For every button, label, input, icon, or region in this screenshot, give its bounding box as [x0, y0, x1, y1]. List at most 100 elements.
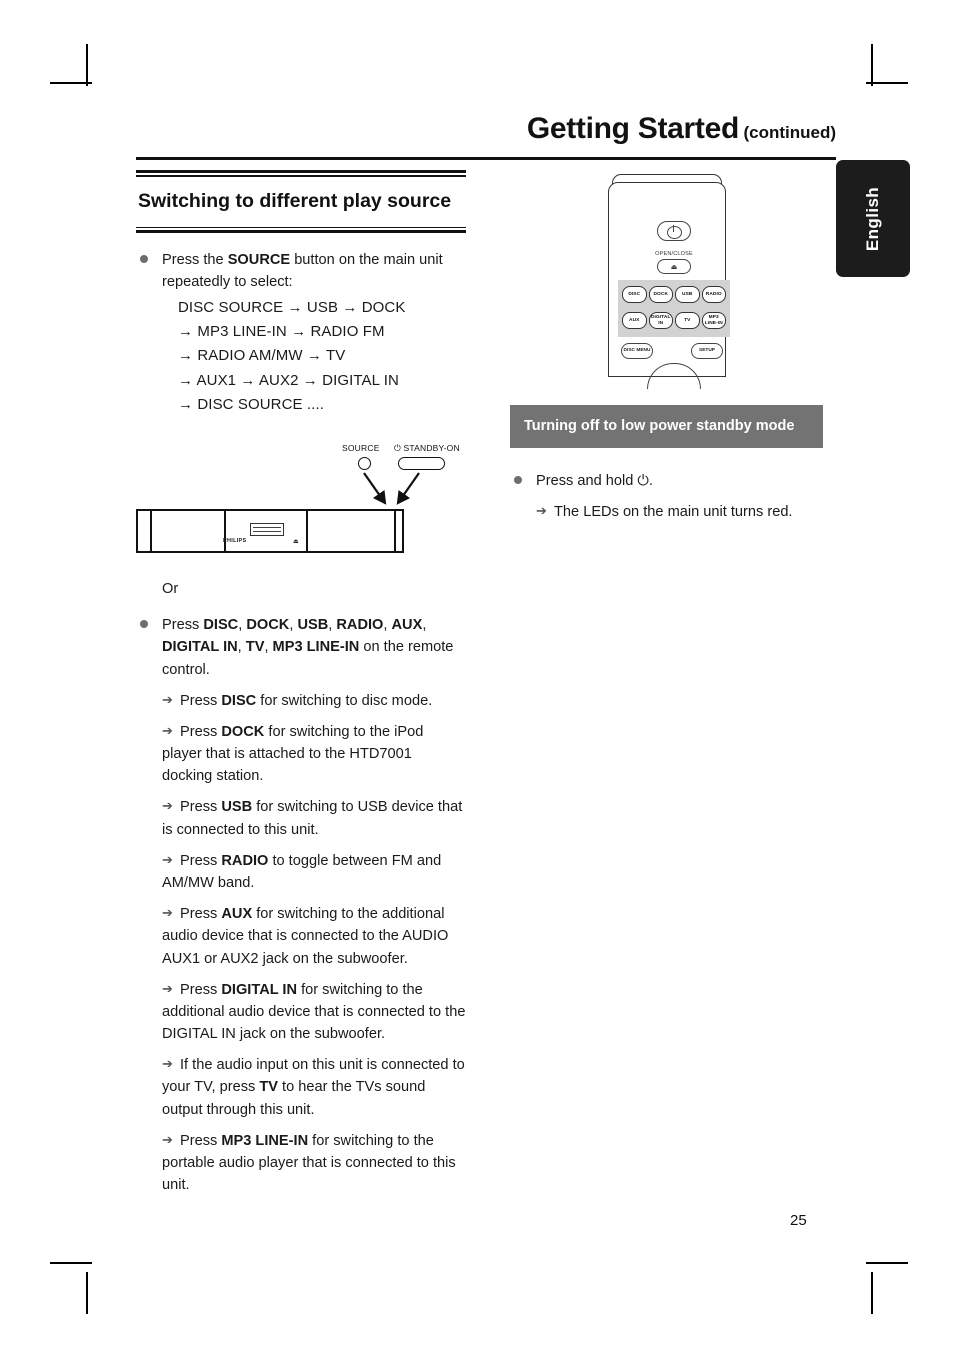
arrow-key: DIGITAL IN: [221, 981, 298, 998]
key-aux: AUX: [391, 617, 423, 634]
source-button-instruction: Press the SOURCE button on the main unit…: [136, 249, 466, 293]
arrow-item: ➔ Press USB for switching to USB device …: [136, 796, 466, 840]
key-tv: TV: [245, 639, 265, 656]
source-sequence-line: → AUX1 → AUX2 → DIGITAL IN: [178, 371, 399, 389]
arrow-icon: ➔: [162, 1131, 173, 1147]
standby-result-text: The LEDs on the main unit turns red.: [554, 504, 793, 521]
unit-display-screen: [250, 523, 284, 537]
crop-mark-bottom-right-vertical: [871, 1272, 873, 1314]
remote-key-setup: SETUP: [691, 343, 723, 359]
arrow-key: AUX: [221, 906, 253, 923]
remote-key-radio: RADIO: [701, 286, 726, 303]
crop-mark-top-left-horizontal: [50, 82, 92, 84]
standby-instruction-post: .: [648, 473, 654, 489]
panel-divider: [224, 511, 226, 552]
arrow-text-pre: Press: [180, 692, 222, 709]
heading-rule-bottom-thin: [136, 226, 466, 229]
arrow-text-pre: Press: [180, 906, 222, 923]
crop-mark-top-left-vertical: [86, 44, 88, 86]
standby-callout-box: Turning off to low power standby mode: [510, 405, 823, 448]
remote-key-aux: AUX: [622, 312, 647, 329]
arrow-text-pre: Press: [180, 852, 222, 869]
key-radio: RADIO: [336, 617, 384, 634]
key-digital-in: DIGITAL IN: [162, 639, 238, 656]
remote-key-digital-in: DIGITAL IN: [648, 312, 673, 329]
remote-keys-instruction: Press DISC, DOCK, USB, RADIO, AUX, DIGIT…: [136, 614, 466, 681]
source-sequence-line: DISC SOURCE → USB → DOCK: [178, 298, 406, 316]
open-close-button-icon: ⏏: [657, 259, 691, 274]
source-sequence-line: → DISC SOURCE ....: [178, 395, 324, 413]
header-rule: [136, 157, 836, 160]
panel-divider: [306, 511, 308, 552]
arrow-key: MP3 LINE-IN: [221, 1132, 309, 1149]
or-text: Or: [162, 581, 179, 598]
arrow-item: ➔ Press RADIO to toggle between FM and A…: [136, 850, 466, 894]
remote-key-disc: DISC: [622, 286, 647, 303]
source-keys-panel: DISC DOCK USB RADIO AUX DIGITAL IN TV MP…: [618, 280, 730, 337]
arrow-text-pre: Press: [180, 799, 222, 816]
arrow-icon: ➔: [162, 798, 173, 814]
source-keys-row-2: AUX DIGITAL IN TV MP3 LINE-IN: [622, 312, 726, 329]
bullet-dot-icon: [140, 620, 148, 629]
standby-callout-heading: Turning off to low power standby mode: [524, 418, 795, 434]
power-button-icon: [657, 221, 691, 241]
arrow-text-pre: Press: [180, 981, 222, 998]
language-tab: English: [836, 160, 910, 277]
arrow-icon: ➔: [162, 1056, 173, 1072]
arrow-key: DISC: [221, 692, 257, 709]
remote-control-illustration: OPEN/CLOSE ⏏ DISC DOCK USB RADIO AUX DIG…: [602, 172, 732, 389]
source-key-name: SOURCE: [227, 252, 291, 269]
remote-key-mp3-line-in: MP3 LINE-IN: [701, 312, 726, 329]
arrow-item: ➔ Press DISC for switching to disc mode.: [136, 690, 466, 712]
source-sequence-line: → MP3 LINE-IN → RADIO FM: [178, 322, 385, 340]
philips-logo: PHILIPS: [223, 538, 247, 545]
section-heading-block: Switching to different play source: [136, 170, 466, 234]
remote-key-disc-menu: DISC MENU: [621, 343, 653, 359]
arrow-icon: ➔: [536, 503, 547, 519]
section-heading: Switching to different play source: [138, 189, 452, 212]
source-instruction-pre: Press the: [162, 252, 228, 269]
panel-divider: [394, 511, 396, 552]
crop-mark-top-right-vertical: [871, 44, 873, 86]
crop-mark-bottom-left-vertical: [86, 1272, 88, 1314]
eject-icon: ⏏: [293, 539, 299, 546]
arrow-key: USB: [221, 799, 253, 816]
display-line: [253, 527, 281, 529]
source-sequence-list: DISC SOURCE → USB → DOCK → MP3 LINE-IN →…: [136, 296, 466, 417]
remote-key-usb: USB: [675, 286, 700, 303]
arrow-item: ➔ Press MP3 LINE-IN for switching to the…: [136, 1130, 466, 1197]
arrow-item: ➔ Press AUX for switching to the additio…: [136, 903, 466, 970]
arrow-icon: ➔: [162, 691, 173, 707]
key-disc: DISC: [203, 617, 239, 634]
page-title: Getting Started: [526, 112, 739, 145]
panel-divider: [150, 511, 152, 552]
remote-intro-pre: Press: [162, 617, 204, 634]
display-line: [253, 531, 281, 533]
source-keys-row-1: DISC DOCK USB RADIO: [622, 286, 726, 303]
arrow-icon: ➔: [162, 851, 173, 867]
bullet-dot-icon: [514, 476, 522, 484]
heading-rule-bottom-thick: [136, 230, 466, 234]
arrow-key: TV: [259, 1079, 278, 1096]
open-close-label: OPEN/CLOSE: [655, 251, 693, 257]
arrow-text-pre: Press: [180, 1132, 222, 1149]
key-dock: DOCK: [246, 617, 290, 634]
arrow-key: RADIO: [221, 852, 269, 869]
page-title-continued: (continued): [743, 123, 836, 142]
language-tab-label: English: [863, 186, 882, 251]
page-number: 25: [790, 1212, 807, 1229]
main-unit-front-panel: PHILIPS ⏏: [136, 509, 404, 554]
standby-press-hold-instruction: Press and hold ⏻.: [510, 470, 840, 492]
arrow-text-post: for switching to disc mode.: [256, 692, 433, 709]
arrow-icon: ➔: [162, 905, 173, 921]
navigation-pad-outline: [647, 363, 701, 389]
main-unit-illustration: SOURCE ⏻ STANDBY-ON PHILIPS ⏏: [136, 439, 466, 564]
arrow-text-pre: Press: [180, 723, 222, 740]
arrow-item: ➔ Press DOCK for switching to the iPod p…: [136, 721, 466, 788]
arrow-item: ➔ If the audio input on this unit is con…: [136, 1054, 466, 1121]
arrow-key: DOCK: [221, 723, 265, 740]
page-header: Getting Started (continued): [136, 112, 836, 146]
heading-rule-top-thick: [136, 170, 466, 173]
standby-instruction-pre: Press and hold: [536, 473, 638, 489]
crop-mark-bottom-right-horizontal: [866, 1262, 908, 1264]
